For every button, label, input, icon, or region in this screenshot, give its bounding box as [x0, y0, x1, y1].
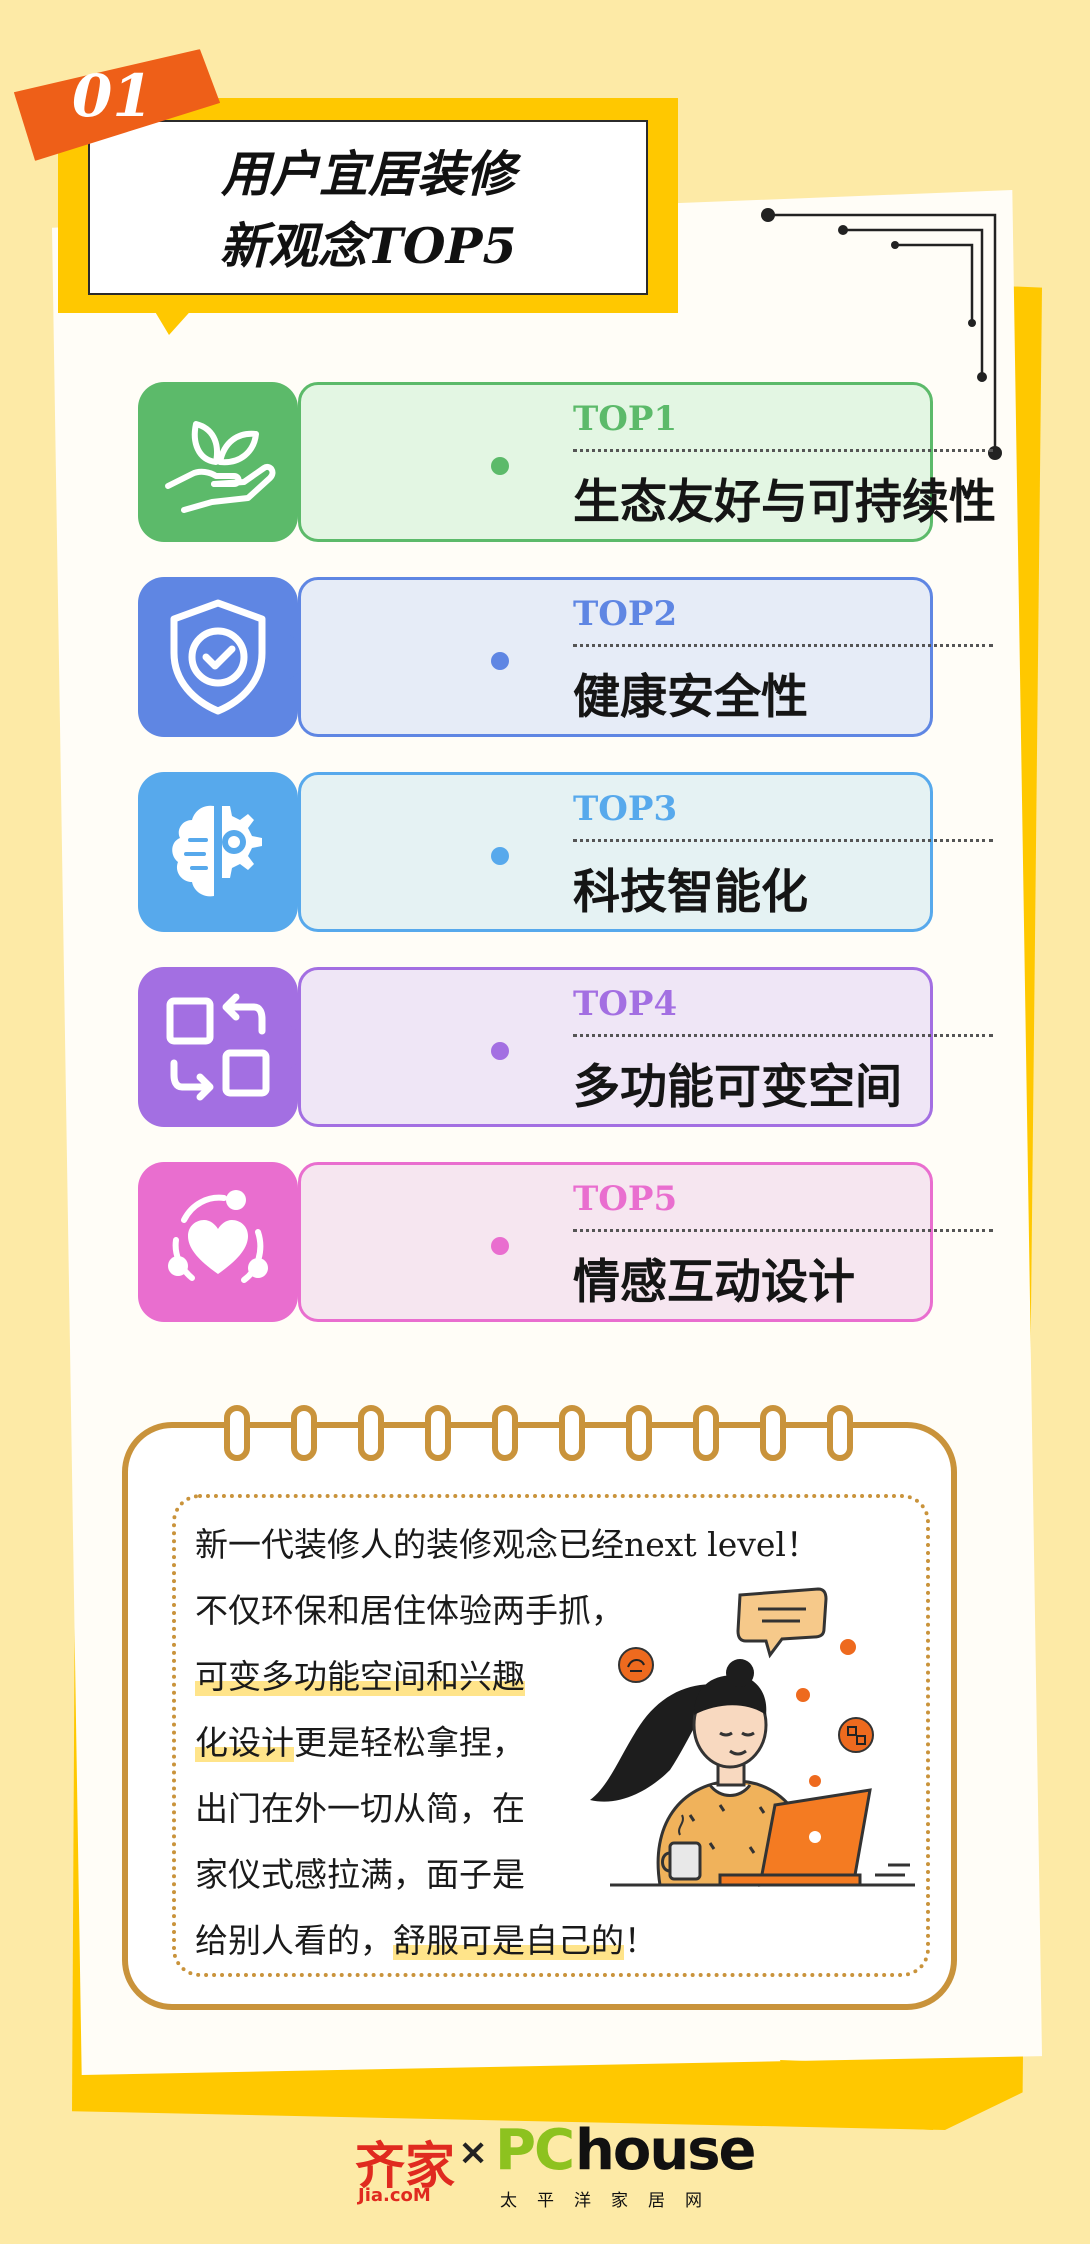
icon-tile — [138, 1162, 298, 1322]
dotted-divider — [573, 839, 993, 842]
ring — [827, 1405, 853, 1461]
dotted-divider — [573, 1229, 993, 1232]
icon-tile — [138, 967, 298, 1127]
note-line-2: 不仅环保和居住体验两手抓， — [195, 1591, 624, 1630]
icon-tile — [138, 577, 298, 737]
note-line-6: 家仪式感拉满，面子是 — [195, 1855, 525, 1894]
bullet-dot — [491, 652, 509, 670]
note-text: ！ — [624, 1921, 657, 1960]
pchouse-logo-subtitle: 太平洋家居网 — [500, 2191, 722, 2211]
page-title: 用户宜居装修 新观念TOP5 — [88, 138, 648, 282]
orange-circle-icon — [838, 1717, 874, 1753]
orange-dot-icon — [809, 1775, 821, 1787]
ring — [693, 1405, 719, 1461]
bullet-dot — [491, 457, 509, 475]
ring — [760, 1405, 786, 1461]
note-line-3: 可变多功能空间和兴趣 — [195, 1650, 525, 1698]
note-line-5: 出门在外一切从简，在 — [195, 1789, 525, 1828]
yellow-corner-tab — [780, 2060, 960, 2130]
note-line-7: 给别人看的，舒服可是自己的！ — [195, 1914, 657, 1962]
rank-label: TOP3 — [573, 789, 678, 829]
transform-space-icon — [166, 993, 270, 1101]
shield-check-icon — [170, 599, 266, 715]
heart-people-icon — [168, 1190, 268, 1283]
item-label: 科技智能化 — [573, 865, 808, 920]
rank-label: TOP4 — [573, 984, 678, 1024]
icon-tile — [138, 382, 298, 542]
item-card: TOP1 生态友好与可持续性 — [298, 382, 996, 542]
item-label: 情感互动设计 — [573, 1255, 855, 1310]
list-item-top4: TOP4 多功能可变空间 — [138, 967, 993, 1127]
item-label: 健康安全性 — [573, 670, 808, 725]
title-line-2: 新观念TOP5 — [219, 217, 517, 275]
item-card: TOP4 多功能可变空间 — [298, 967, 993, 1127]
ring — [291, 1405, 317, 1461]
note-line-1: 新一代装修人的装修观念已经next level！ — [195, 1525, 819, 1564]
item-label: 生态友好与可持续性 — [573, 475, 996, 530]
ring — [626, 1405, 652, 1461]
ring — [492, 1405, 518, 1461]
orange-dot-icon — [840, 1639, 856, 1655]
highlighted-text: 可变多功能空间和兴趣 — [195, 1657, 525, 1696]
ring — [358, 1405, 384, 1461]
rank-label: TOP2 — [573, 594, 678, 634]
pchouse-logo-house: house — [575, 2118, 757, 2183]
pchouse-logo-pc: PC — [495, 2118, 575, 2183]
note-text: 给别人看的， — [195, 1921, 393, 1960]
bullet-dot — [491, 847, 509, 865]
highlighted-text: 化设计 — [195, 1723, 294, 1762]
brain-gear-icon — [172, 805, 262, 897]
rank-label: TOP5 — [573, 1179, 678, 1219]
item-card: TOP3 科技智能化 — [298, 772, 993, 932]
ring — [224, 1405, 250, 1461]
speech-bubble-icon — [736, 1587, 828, 1659]
dotted-divider — [573, 449, 993, 452]
dotted-divider — [573, 644, 993, 647]
item-label: 多功能可变空间 — [573, 1060, 902, 1115]
icon-tile — [138, 772, 298, 932]
bullet-dot — [491, 1042, 509, 1060]
leaf-hand-icon — [165, 421, 276, 513]
orange-circle-icon — [618, 1647, 654, 1683]
list-item-top5: TOP5 情感互动设计 — [138, 1162, 993, 1322]
note-text: 更是轻松拿捏， — [294, 1723, 525, 1762]
note-line-4: 化设计更是轻松拿捏， — [195, 1716, 525, 1764]
orange-dot-icon — [796, 1688, 810, 1702]
title-line-1: 用户宜居装修 — [220, 145, 515, 203]
dotted-divider — [573, 1034, 993, 1037]
list-item-top1: TOP1 生态友好与可持续性 — [138, 382, 996, 542]
collab-separator: × — [458, 2132, 489, 2173]
ring — [559, 1405, 585, 1461]
highlighted-text: 舒服可是自己的 — [393, 1921, 624, 1960]
item-card: TOP5 情感互动设计 — [298, 1162, 993, 1322]
rank-label: TOP1 — [573, 399, 678, 439]
ring — [425, 1405, 451, 1461]
list-item-top3: TOP3 科技智能化 — [138, 772, 993, 932]
item-card: TOP2 健康安全性 — [298, 577, 993, 737]
list-item-top2: TOP2 健康安全性 — [138, 577, 993, 737]
bullet-dot — [491, 1237, 509, 1255]
qijia-logo-domain: Jia.coM — [358, 2185, 431, 2206]
section-number: 01 — [72, 62, 153, 130]
woman-laptop-illustration — [590, 1587, 915, 1887]
